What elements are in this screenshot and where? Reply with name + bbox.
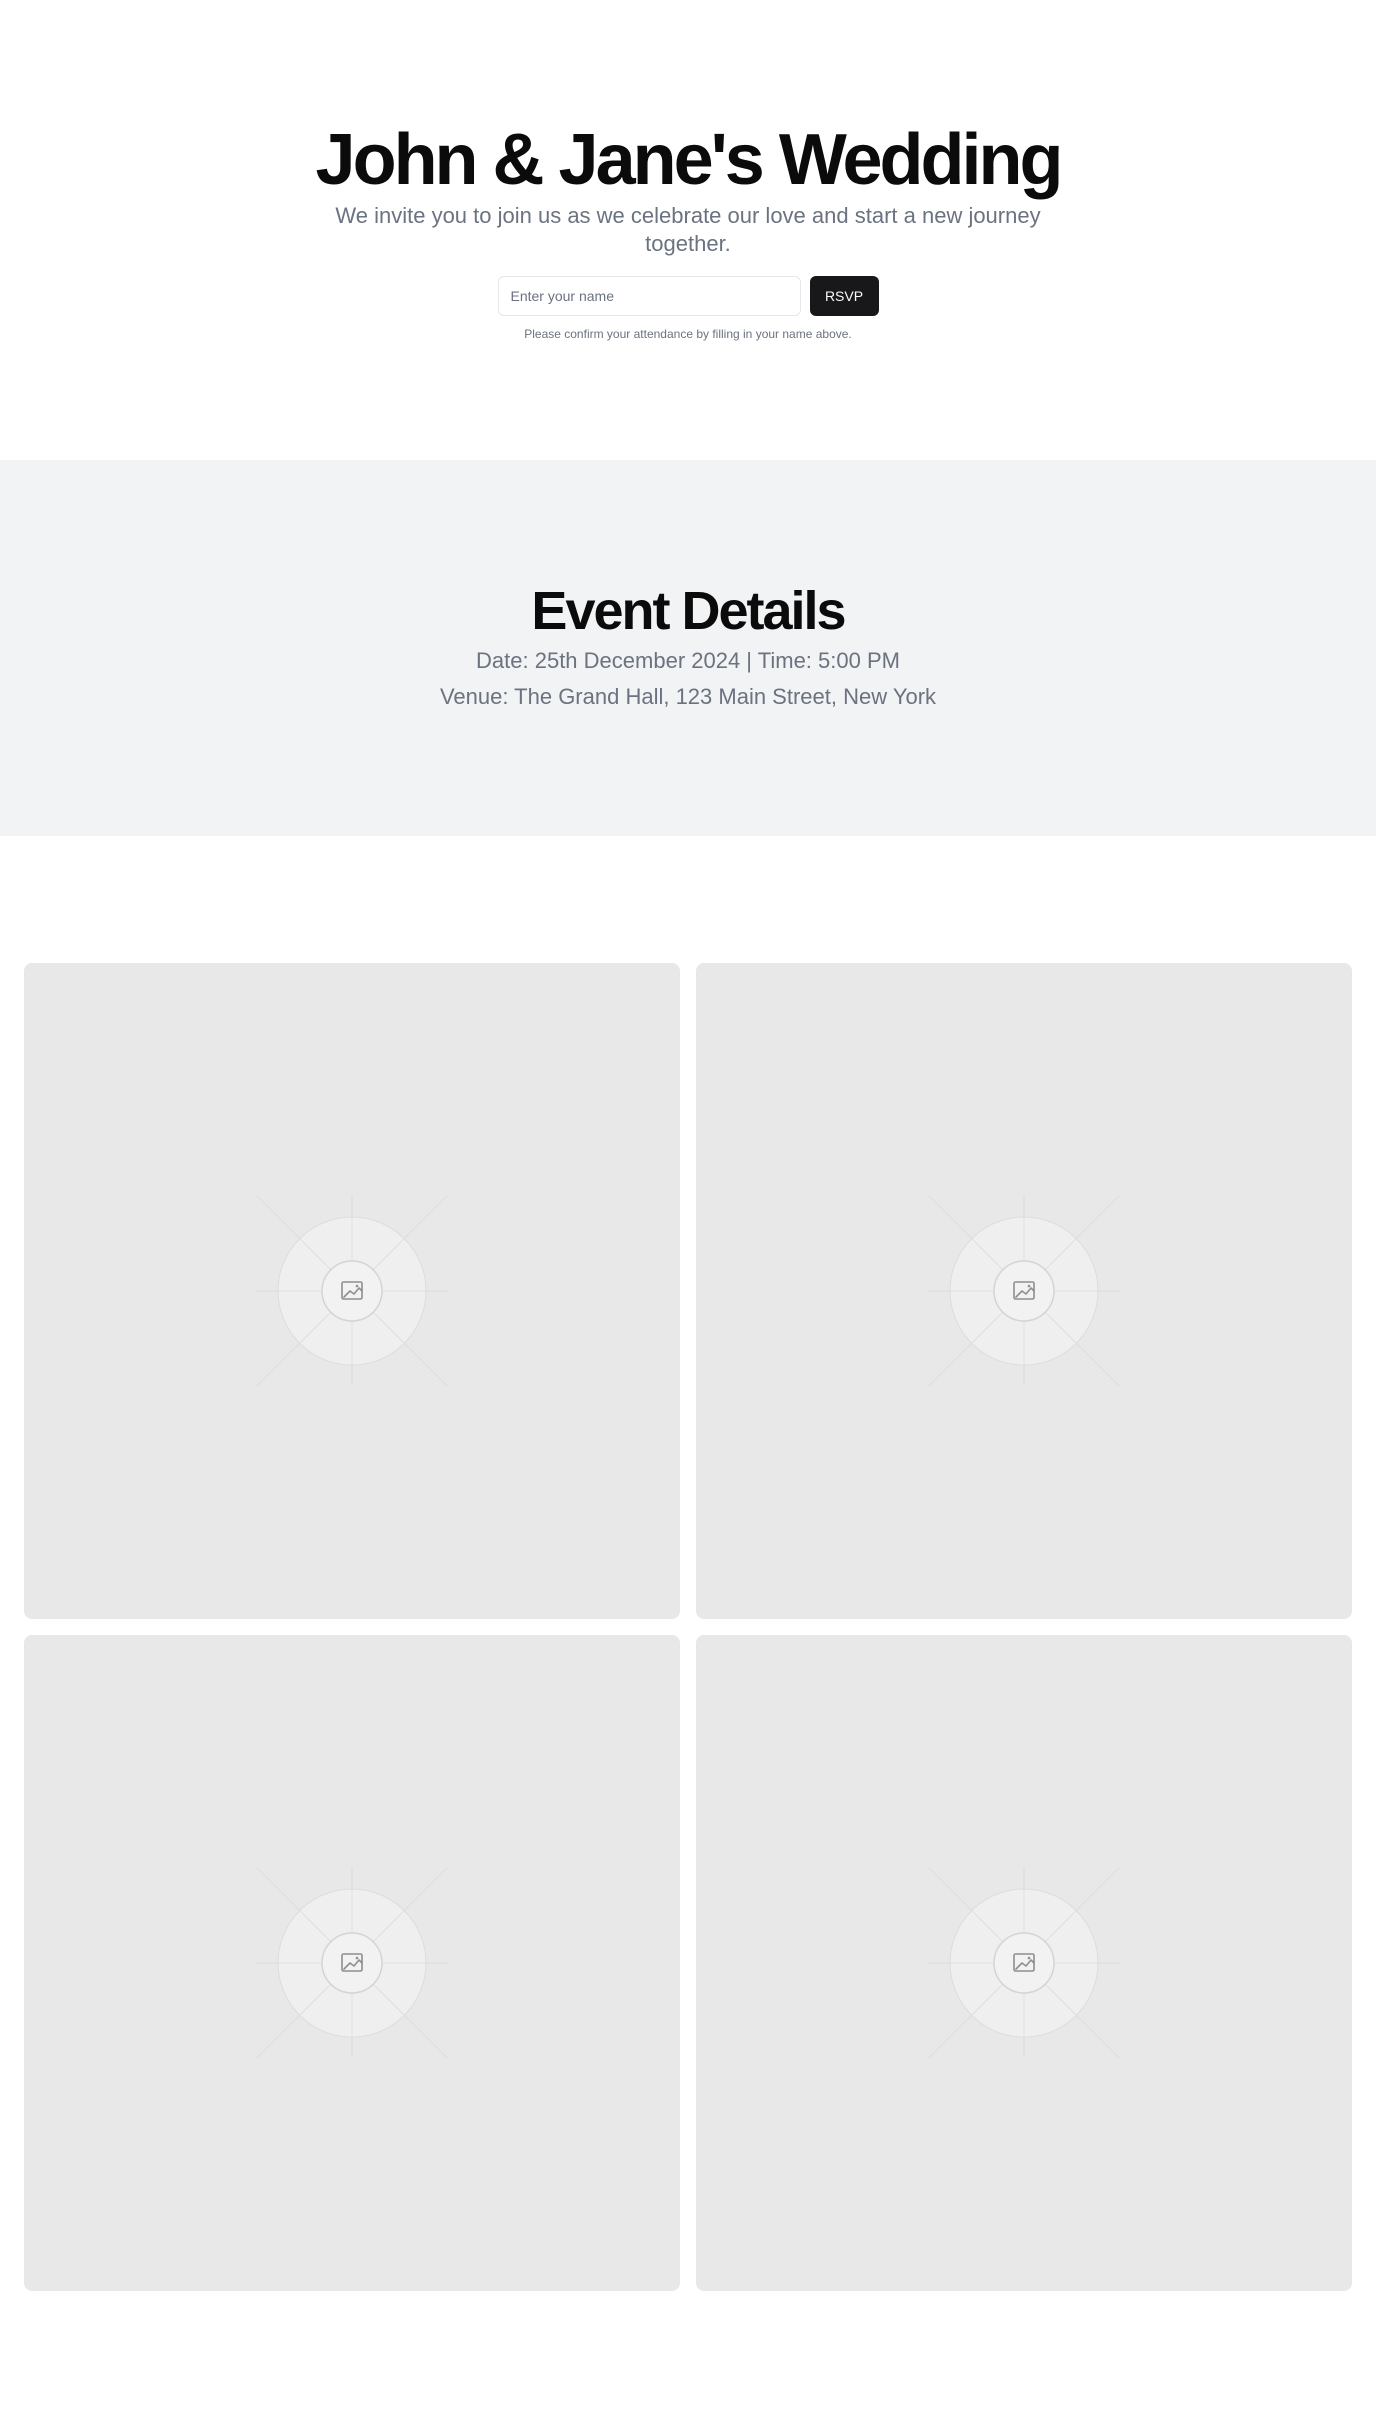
- rsvp-form: RSVP: [0, 276, 1376, 316]
- hero-section: John & Jane's Wedding We invite you to j…: [0, 0, 1376, 460]
- gallery-photo: [24, 963, 680, 1619]
- gallery-photo: [24, 1635, 680, 2291]
- name-input[interactable]: [497, 276, 801, 316]
- hero-content: John & Jane's Wedding We invite you to j…: [0, 120, 1376, 342]
- event-date-time: Date: 25th December 2024 | Time: 5:00 PM: [476, 648, 900, 673]
- event-details-content: Event Details Date: 25th December 2024 |…: [0, 582, 1376, 712]
- event-venue: Venue: The Grand Hall, 123 Main Street, …: [439, 684, 937, 709]
- hero-title: John & Jane's Wedding: [315, 120, 1064, 200]
- hero-subtitle: We invite you to join us as we celebrate…: [335, 203, 1041, 256]
- event-details-title: Event Details: [531, 581, 846, 641]
- rsvp-button[interactable]: RSVP: [809, 276, 879, 316]
- image-placeholder-icon: [256, 1867, 448, 2059]
- photo-gallery: [24, 963, 1352, 2291]
- image-placeholder-icon: [256, 1195, 448, 1387]
- image-placeholder-icon: [928, 1867, 1120, 2059]
- image-placeholder-icon: [928, 1195, 1120, 1387]
- rsvp-note: Please confirm your attendance by fillin…: [524, 327, 852, 341]
- gallery-photo: [696, 963, 1352, 1619]
- event-details-section: Event Details Date: 25th December 2024 |…: [0, 460, 1376, 836]
- gallery-photo: [696, 1635, 1352, 2291]
